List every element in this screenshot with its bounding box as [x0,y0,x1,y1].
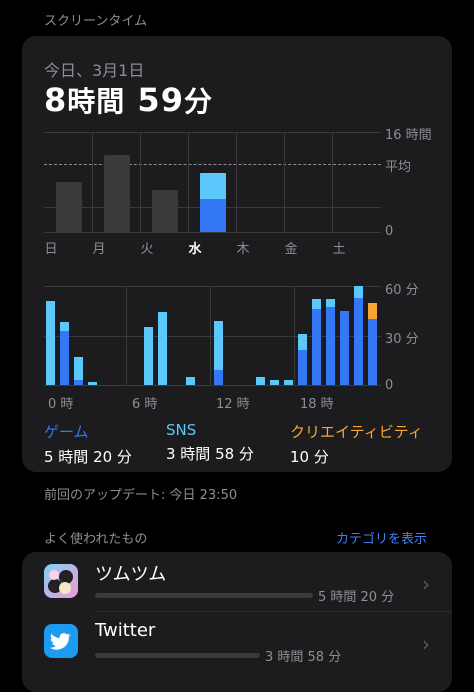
usage-bar-tsumtsum [95,593,313,598]
hourly-bar-segment-sns[interactable] [354,286,363,298]
weekly-bar[interactable] [152,189,178,232]
hourly-bar-segment-sns[interactable] [284,380,293,385]
hourly-bar-segment-game[interactable] [354,297,363,385]
weekly-v-grid [284,132,285,232]
app-name-twitter: Twitter [95,620,156,641]
hourly-bar-segment-game[interactable] [326,307,335,385]
hourly-bar-segment-game[interactable] [298,350,307,385]
weekly-v-grid [236,132,237,232]
weekly-y-max-label: 16 時間 [385,128,432,143]
legend-game: ゲーム 5 時間 20 分 [44,421,132,467]
day-label[interactable]: 金 [276,238,306,257]
weekly-bar[interactable] [56,182,82,232]
chevron-right-icon: › [422,632,430,656]
app-row-twitter[interactable]: Twitter 3 時間 58 分 › [22,612,452,672]
hourly-bar-segment-sns[interactable] [326,299,335,308]
legend-creativity-value: 10 分 [290,448,329,466]
hourly-x-label: 12 時 [216,397,250,412]
app-name-tsumtsum: ツムツム [95,564,167,585]
hourly-bar-segment-game[interactable] [312,309,321,385]
weekly-v-grid [92,132,93,232]
hourly-bar-segment-sns[interactable] [186,376,195,385]
average-line [44,164,381,165]
hourly-bar-segment-sns[interactable] [60,322,69,331]
legend-creativity-name: クリエイティビティ [290,423,423,441]
weekly-bar-segment-game[interactable] [200,198,226,232]
day-label[interactable]: 土 [324,238,354,257]
hourly-bar-segment-game[interactable] [60,330,69,385]
weekly-bar[interactable] [104,155,130,232]
tsumtsum-icon [44,564,78,598]
hourly-bar-segment-sns[interactable] [144,327,153,385]
hourly-bar-segment-sns[interactable] [46,300,55,385]
weekly-avg-label: 平均 [385,160,412,175]
hourly-bar-segment-sns[interactable] [88,381,97,385]
weekly-bar-segment-sns[interactable] [200,173,226,199]
hourly-v-grid [294,286,295,386]
last-update-text: 前回のアップデート: 今日 23:50 [44,488,238,503]
hourly-x-label: 6 時 [132,397,158,412]
usage-bar-twitter [95,653,260,658]
hourly-bar-segment-sns[interactable] [158,312,167,385]
day-label[interactable]: 火 [132,238,162,257]
show-categories-link[interactable]: カテゴリを表示 [336,528,427,547]
hourly-bar-segment-sns[interactable] [270,380,279,385]
day-label[interactable]: 日 [36,238,66,257]
day-label[interactable]: 木 [228,238,258,257]
legend-sns: SNS 3 時間 58 分 [166,421,254,464]
twitter-icon [44,624,78,658]
weekly-chart: 16 時間 平均 0 日月火水木金土 [44,128,444,258]
hourly-bar-segment-game[interactable] [340,310,349,385]
hourly-bar-segment-sns[interactable] [256,376,265,385]
usage-text-twitter: 3 時間 58 分 [265,650,342,665]
day-label[interactable]: 月 [84,238,114,257]
app-row-tsumtsum[interactable]: ツムツム 5 時間 20 分 › [22,552,452,612]
section-title: スクリーンタイム [44,14,148,29]
legend-game-name: ゲーム [44,423,89,441]
most-used-header: よく使われたもの [44,532,148,547]
date-label: 今日、3月1日 [44,61,145,80]
hourly-y-label-30: 30 分 [385,332,419,347]
legend-sns-value: 3 時間 58 分 [166,445,254,463]
legend-creativity: クリエイティビティ 10 分 [290,421,423,467]
hourly-bar-segment-sns[interactable] [312,299,321,310]
hourly-bar-segment-sns[interactable] [298,333,307,351]
weekly-v-grid [140,132,141,232]
hourly-bar-segment-creativity[interactable] [368,302,377,319]
hourly-x-label: 0 時 [48,397,74,412]
legend-sns-name: SNS [166,421,197,439]
chevron-right-icon: › [422,572,430,596]
hourly-bar-segment-sns[interactable] [214,320,223,371]
hourly-bar-segment-sns[interactable] [74,356,83,381]
weekly-zero-label: 0 [385,224,394,239]
weekly-v-grid [332,132,333,232]
weekly-bar-segment-creativity[interactable] [200,172,226,174]
hourly-bar-segment-game[interactable] [368,319,377,385]
hourly-y-label-60: 60 分 [385,283,419,298]
hourly-bar-segment-game[interactable] [74,380,83,385]
hourly-y-label-0: 0 [385,378,394,393]
total-time: 8時間 59分 [44,81,213,119]
hourly-v-grid [210,286,211,386]
usage-text-tsumtsum: 5 時間 20 分 [318,590,395,605]
hourly-bar-segment-game[interactable] [214,370,223,385]
weekly-v-grid [188,132,189,232]
day-label[interactable]: 水 [180,238,210,257]
hourly-v-grid [126,286,127,386]
legend-game-value: 5 時間 20 分 [44,448,132,466]
hourly-x-label: 18 時 [300,397,334,412]
hourly-chart: 60 分 30 分 0 0 時 6 時 12 時 18 時 [44,283,444,415]
